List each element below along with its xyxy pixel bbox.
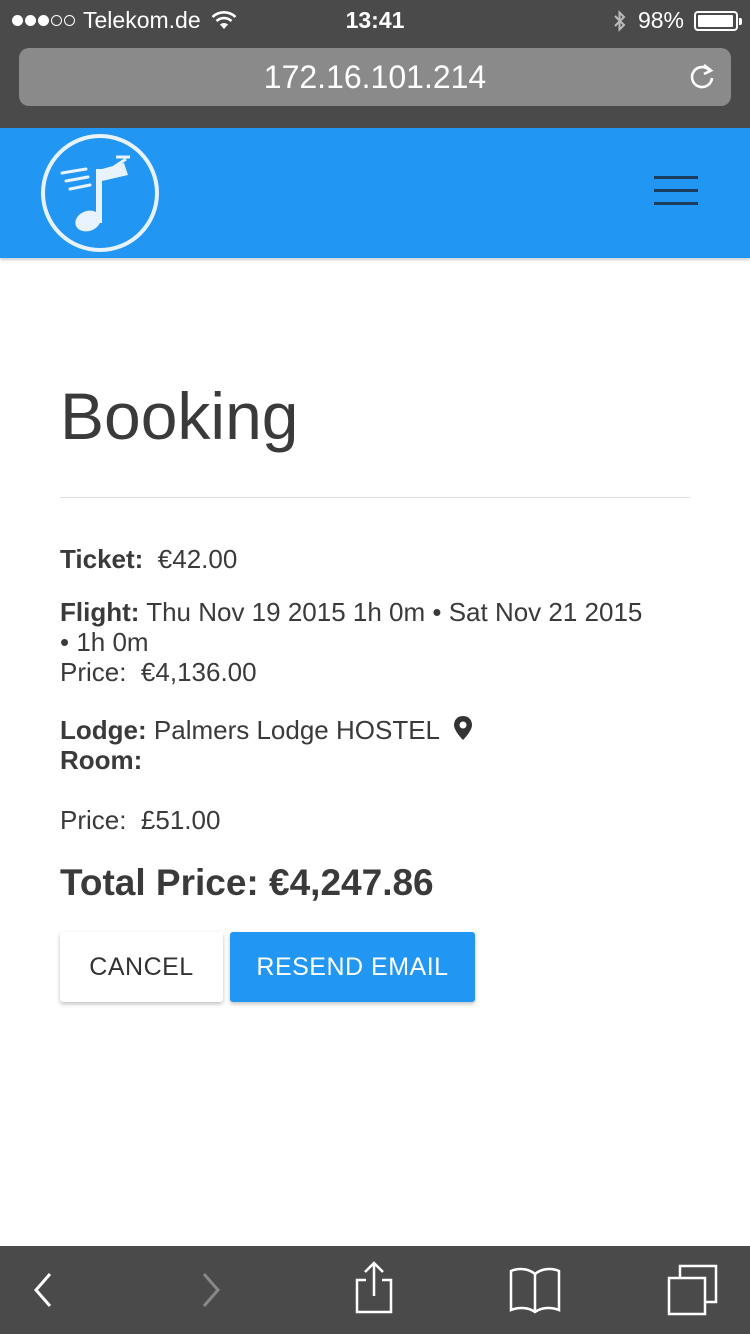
flight-row-cont: • 1h 0m: [60, 627, 149, 658]
bookmarks-icon[interactable]: [508, 1264, 562, 1314]
status-bar: Telekom.de 13:41 98%: [0, 0, 750, 40]
page-title: Booking: [60, 379, 299, 453]
flight-row: Flight: Thu Nov 19 2015 1h 0m • Sat Nov …: [60, 597, 642, 628]
flight-price: €4,136.00: [140, 657, 257, 687]
status-right: 98%: [612, 7, 742, 34]
forward-icon[interactable]: [198, 1266, 224, 1314]
music-note-logo-icon[interactable]: [40, 133, 160, 253]
bluetooth-icon: [614, 9, 626, 32]
browser-chrome: 172.16.101.214: [0, 40, 750, 128]
lodge-label: Lodge:: [60, 715, 147, 745]
lodge-name: Palmers Lodge HOSTEL: [153, 715, 440, 745]
room-label: Room:: [60, 745, 143, 775]
lodge-price-row: Price: £51.00: [60, 805, 220, 836]
app-header: [0, 128, 750, 258]
flight-duration: • 1h 0m: [60, 627, 149, 657]
title-divider: [60, 497, 690, 498]
flight-dates: Thu Nov 19 2015 1h 0m • Sat Nov 21 2015: [146, 597, 643, 627]
battery-percent: 98%: [637, 7, 684, 33]
cancel-button[interactable]: CANCEL: [60, 932, 223, 1002]
resend-email-button[interactable]: RESEND EMAIL: [230, 932, 475, 1002]
reload-icon[interactable]: [687, 62, 717, 92]
hamburger-menu-icon[interactable]: [654, 176, 698, 215]
lodge-row: Lodge: Palmers Lodge HOSTEL: [60, 715, 474, 746]
map-pin-icon[interactable]: [452, 715, 474, 741]
ticket-price: €42.00: [157, 544, 238, 574]
url-text: 172.16.101.214: [263, 59, 487, 95]
flight-price-label: Price:: [60, 657, 127, 687]
flight-price-row: Price: €4,136.00: [60, 657, 257, 688]
battery-fill: [698, 14, 733, 27]
lodge-price: £51.00: [140, 805, 221, 835]
ticket-label: Ticket:: [60, 544, 144, 574]
room-row: Room:: [60, 745, 142, 776]
browser-toolbar: [0, 1246, 750, 1334]
share-icon[interactable]: [352, 1260, 396, 1316]
lodge-price-label: Price:: [60, 805, 127, 835]
tabs-icon[interactable]: [666, 1264, 720, 1318]
battery-icon: [694, 10, 742, 31]
back-icon[interactable]: [30, 1266, 56, 1314]
address-bar[interactable]: 172.16.101.214: [19, 48, 731, 106]
flight-label: Flight:: [60, 597, 140, 627]
total-price: Total Price: €4,247.86: [60, 862, 434, 903]
ticket-row: Ticket: €42.00: [60, 544, 237, 575]
